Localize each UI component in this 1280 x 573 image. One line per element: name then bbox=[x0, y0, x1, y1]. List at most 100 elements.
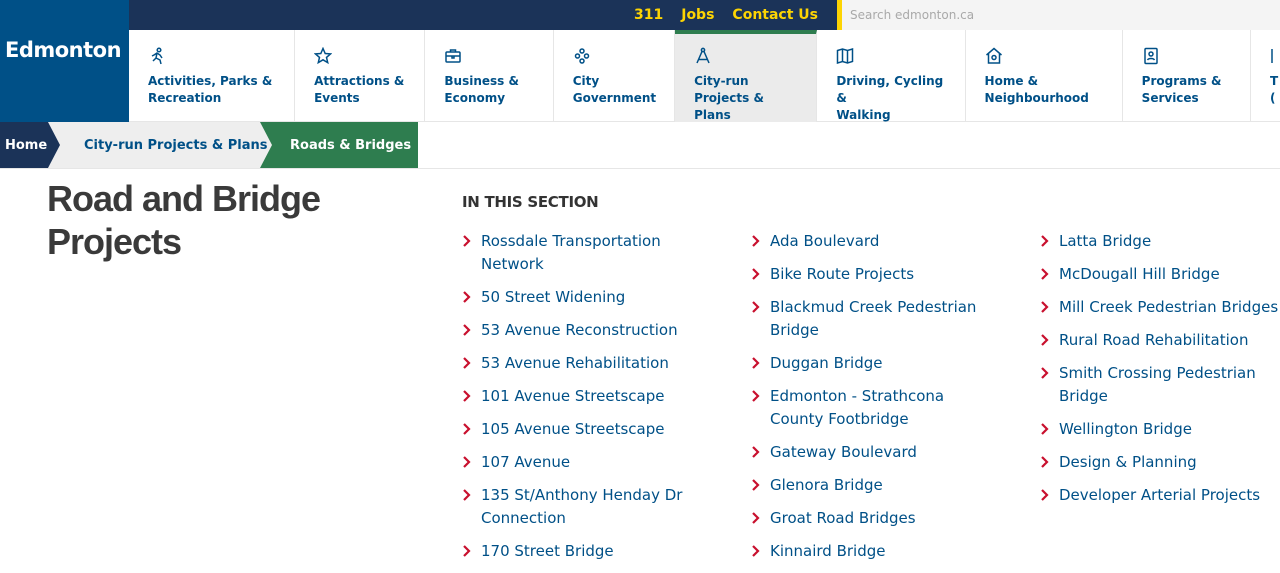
section-link[interactable]: Edmonton - Strathcona County Footbridge bbox=[770, 387, 944, 428]
nav-programs-services[interactable]: Programs & Services bbox=[1123, 30, 1251, 122]
link-contact-us[interactable]: Contact Us bbox=[732, 7, 818, 23]
section-link-item: 53 Avenue Reconstruction bbox=[462, 319, 702, 342]
section-link-item: 101 Avenue Streetscape bbox=[462, 385, 702, 408]
section-link[interactable]: Glenora Bridge bbox=[770, 476, 883, 494]
chevron-right-icon bbox=[1040, 265, 1052, 280]
nav-label: Activities, Parks & bbox=[148, 74, 273, 88]
section-link-item: 53 Avenue Rehabilitation bbox=[462, 352, 702, 375]
section-link-item: 105 Avenue Streetscape bbox=[462, 418, 702, 441]
chevron-right-icon bbox=[751, 354, 763, 369]
link-311[interactable]: 311 bbox=[634, 7, 663, 23]
section-link[interactable]: Bike Route Projects bbox=[770, 265, 914, 283]
nav-home-neighbourhood[interactable]: Home & Neighbourhood bbox=[966, 30, 1123, 122]
nav-label: Government bbox=[572, 91, 657, 105]
section-link[interactable]: Blackmud Creek Pedestrian Bridge bbox=[770, 298, 976, 339]
section-link-item: Latta Bridge bbox=[1040, 230, 1280, 253]
chevron-right-icon bbox=[1040, 364, 1052, 379]
section-link-item: Rural Road Rehabilitation bbox=[1040, 329, 1280, 352]
section-link-item: Edmonton - Strathcona County Footbridge bbox=[751, 385, 991, 431]
link-jobs[interactable]: Jobs bbox=[681, 7, 714, 23]
section-link-item: Glenora Bridge bbox=[751, 474, 991, 497]
section-link[interactable]: Wellington Bridge bbox=[1059, 420, 1192, 438]
section-link[interactable]: 105 Avenue Streetscape bbox=[481, 420, 664, 438]
chevron-right-icon bbox=[751, 509, 763, 524]
nav-partial-item[interactable]: T ( bbox=[1251, 30, 1280, 122]
nav-label: Services bbox=[1141, 91, 1199, 105]
section-link[interactable]: Groat Road Bridges bbox=[770, 509, 916, 527]
section-link[interactable]: Latta Bridge bbox=[1059, 232, 1151, 250]
people-group-icon bbox=[573, 47, 593, 67]
section-link[interactable]: Rural Road Rehabilitation bbox=[1059, 331, 1248, 349]
chevron-right-icon bbox=[462, 387, 474, 402]
chevron-right-icon bbox=[1040, 298, 1052, 313]
section-link-item: Groat Road Bridges bbox=[751, 507, 991, 530]
nav-activities-parks-recreation[interactable]: Activities, Parks & Recreation bbox=[129, 30, 296, 122]
chevron-right-icon bbox=[1040, 232, 1052, 247]
section-link-item: Wellington Bridge bbox=[1040, 418, 1280, 441]
nav-label: Driving, Cycling & bbox=[836, 74, 944, 105]
chevron-right-icon bbox=[1040, 331, 1052, 346]
nav-city-government[interactable]: City Government bbox=[554, 30, 676, 122]
section-link-item: Mill Creek Pedestrian Bridges bbox=[1040, 296, 1280, 319]
nav-driving-cycling-walking[interactable]: Driving, Cycling & Walking bbox=[817, 30, 966, 122]
nav-business-economy[interactable]: Business & Economy bbox=[425, 30, 554, 122]
section-link-item: Gateway Boulevard bbox=[751, 441, 991, 464]
section-links-col3: Latta Bridge McDougall Hill Bridge Mill Cr… bbox=[1040, 230, 1280, 517]
nav-label: City-run Projects & bbox=[694, 74, 764, 105]
house-icon bbox=[985, 47, 1005, 67]
section-link-item: Ada Boulevard bbox=[751, 230, 991, 253]
page-title-line2: Projects bbox=[47, 221, 182, 262]
chevron-right-icon bbox=[462, 354, 474, 369]
logo-block[interactable]: Edmonton bbox=[0, 0, 129, 122]
partial-icon bbox=[1270, 47, 1280, 67]
chevron-right-icon bbox=[751, 387, 763, 402]
edmonton-logo[interactable]: Edmonton bbox=[5, 38, 122, 62]
section-link-item: Rossdale Transportation Network bbox=[462, 230, 702, 276]
section-link[interactable]: 53 Avenue Rehabilitation bbox=[481, 354, 669, 372]
section-link[interactable]: Smith Crossing Pedestrian Bridge bbox=[1059, 364, 1256, 405]
nav-city-run-projects-plans[interactable]: City-run Projects & Plans bbox=[675, 30, 818, 122]
section-link-item: 135 St/Anthony Henday Dr Connection bbox=[462, 484, 702, 530]
page-title-line1: Road and Bridge bbox=[47, 178, 321, 219]
section-link[interactable]: Developer Arterial Projects bbox=[1059, 486, 1260, 504]
breadcrumb-current: Roads & Bridges bbox=[260, 122, 418, 168]
search-box bbox=[837, 0, 1280, 30]
section-link[interactable]: Ada Boulevard bbox=[770, 232, 879, 250]
chevron-right-icon bbox=[462, 420, 474, 435]
map-icon bbox=[836, 47, 856, 67]
chevron-right-icon bbox=[751, 232, 763, 247]
section-link[interactable]: Kinnaird Bridge bbox=[770, 542, 885, 560]
section-link-item: 107 Avenue bbox=[462, 451, 702, 474]
chevron-right-icon bbox=[462, 232, 474, 247]
section-link[interactable]: Mill Creek Pedestrian Bridges bbox=[1059, 298, 1278, 316]
section-link-item: Smith Crossing Pedestrian Bridge bbox=[1040, 362, 1280, 408]
search-input[interactable] bbox=[842, 0, 1280, 30]
chevron-right-icon bbox=[751, 298, 763, 313]
section-link[interactable]: Rossdale Transportation Network bbox=[481, 232, 661, 273]
section-link[interactable]: 107 Avenue bbox=[481, 453, 570, 471]
section-link-item: Developer Arterial Projects bbox=[1040, 484, 1280, 507]
breadcrumb-home[interactable]: Home bbox=[0, 122, 60, 168]
section-link[interactable]: Gateway Boulevard bbox=[770, 443, 917, 461]
section-link[interactable]: 170 Street Bridge bbox=[481, 542, 614, 560]
section-link[interactable]: 50 Street Widening bbox=[481, 288, 625, 306]
running-person-icon bbox=[148, 47, 168, 67]
chevron-right-icon bbox=[1040, 453, 1052, 468]
section-link[interactable]: Design & Planning bbox=[1059, 453, 1197, 471]
section-link[interactable]: 135 St/Anthony Henday Dr Connection bbox=[481, 486, 682, 527]
section-link-item: McDougall Hill Bridge bbox=[1040, 263, 1280, 286]
chevron-right-icon bbox=[1040, 420, 1052, 435]
compass-icon bbox=[694, 47, 714, 67]
chevron-right-icon bbox=[751, 443, 763, 458]
nav-attractions-events[interactable]: Attractions & Events bbox=[295, 30, 426, 122]
nav-label: Business & bbox=[444, 74, 519, 88]
section-link[interactable]: 53 Avenue Reconstruction bbox=[481, 321, 678, 339]
briefcase-icon bbox=[444, 47, 464, 67]
section-link[interactable]: McDougall Hill Bridge bbox=[1059, 265, 1220, 283]
section-links-col1: Rossdale Transportation Network 50 Street… bbox=[462, 230, 702, 573]
section-link[interactable]: 101 Avenue Streetscape bbox=[481, 387, 664, 405]
section-link[interactable]: Duggan Bridge bbox=[770, 354, 882, 372]
section-link-item: Duggan Bridge bbox=[751, 352, 991, 375]
chevron-right-icon bbox=[462, 453, 474, 468]
breadcrumb-parent[interactable]: City-run Projects & Plans bbox=[48, 122, 272, 168]
